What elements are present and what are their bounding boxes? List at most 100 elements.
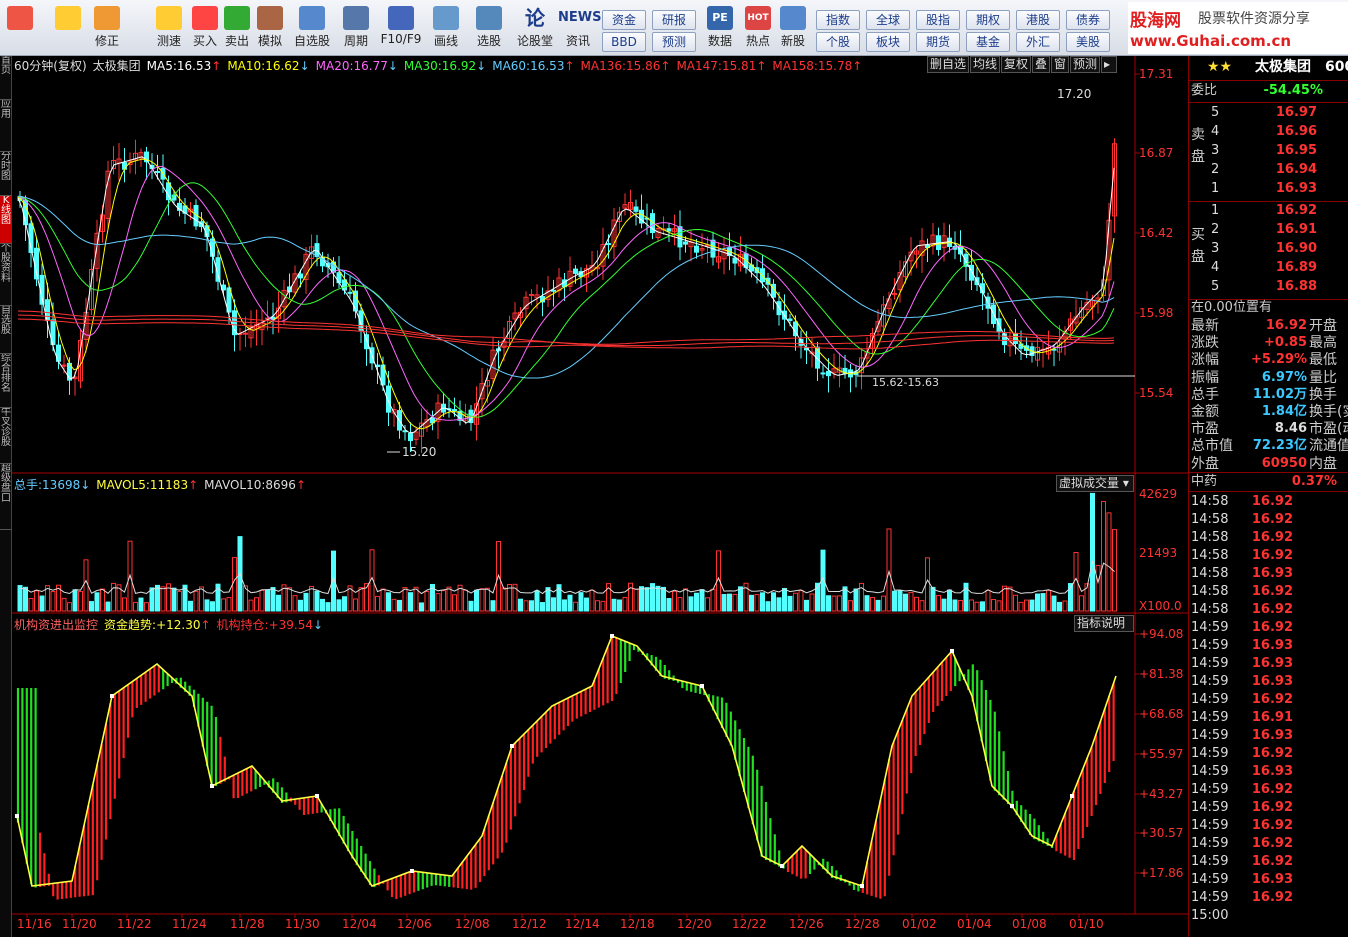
toolbar-market-button[interactable]: 港股 [1016, 10, 1060, 30]
tick-row: 14:59 16.92 [1189, 745, 1348, 763]
toolbar-grid-button[interactable]: 资金 [602, 10, 646, 30]
toolbar-select-stock-button[interactable]: 选股 [468, 4, 510, 54]
chart-tool-button[interactable]: 复权 [1001, 56, 1031, 73]
left-tab[interactable]: 分时图 [0, 152, 12, 196]
toolbar-sell-button[interactable]: 卖出 [222, 4, 252, 54]
toolbar-grid-button[interactable]: 预测 [652, 32, 696, 52]
toolbar-market-button[interactable]: 全球 [866, 10, 910, 30]
volume-bar [353, 598, 358, 612]
chart-area[interactable]: 17.31 16.87 16.42 15.98 15.54 42629 21493 X100.… [12, 56, 1188, 937]
volume-bar [919, 600, 925, 612]
toolbar-market-button[interactable]: 期权 [966, 10, 1010, 30]
volume-bar [193, 590, 199, 612]
toolbar-market-button[interactable]: 指数 [816, 10, 860, 30]
volume-bar [864, 595, 870, 612]
toolbar-pe-data-button[interactable]: PE 数据 [702, 4, 738, 54]
volume-bar [501, 587, 507, 612]
volume-dropdown-label: 虚拟成交量 [1059, 476, 1120, 490]
chart-tool-button[interactable]: 预测 [1070, 56, 1100, 73]
left-tab[interactable]: 应用 [0, 100, 12, 152]
volume-bar [1018, 601, 1024, 612]
collapse-arrow-icon[interactable]: ▸ [1101, 56, 1117, 73]
left-tab[interactable]: K线图 [0, 196, 12, 244]
ma-name: MA158: [772, 59, 818, 73]
toolbar-star-folder-button[interactable]: 自选股 [290, 4, 334, 54]
stat-value: 72.23亿 [1252, 438, 1307, 454]
toolbar-buy-button[interactable]: 买入 [190, 4, 220, 54]
toolbar-hot-button[interactable]: HOT 热点 [744, 4, 772, 54]
toolbar-forum-button[interactable]: 论论股堂 [512, 4, 558, 54]
left-tab[interactable]: 超级盘口 [0, 464, 12, 530]
volume-bar [771, 592, 776, 612]
indicator-help-button[interactable]: 指标说明 [1074, 615, 1134, 632]
left-tab[interactable]: 个股资料 [0, 244, 12, 306]
indicator-marker [1010, 804, 1014, 808]
tick-time: 14:58 [1191, 530, 1229, 545]
chart-tool-button[interactable]: 删自选 [927, 56, 969, 73]
tick-price: 16.93 [1251, 638, 1293, 653]
toolbar-market-button[interactable]: 板块 [866, 32, 910, 52]
low-price-annotation: 15.20 [402, 445, 436, 459]
stat-row: 金额 1.84亿换手(实 [1189, 403, 1348, 421]
toolbar-market-button[interactable]: 债券 [1066, 10, 1110, 30]
toolbar-pencil-button[interactable]: 画线 [426, 4, 466, 54]
volume-bar [754, 594, 760, 612]
volume-bar [391, 598, 397, 612]
tick-price: 16.92 [1251, 692, 1293, 707]
candle-body [694, 245, 699, 253]
tick-time: 14:59 [1191, 674, 1229, 689]
left-tab[interactable]: 综合排名 [0, 354, 12, 408]
toolbar-period-button[interactable]: 周期 [336, 4, 376, 54]
indicator-legend: 机构资进出监控 资金趋势:+12.30↑ 机构持仓:+39.54↓ [14, 616, 329, 633]
pe-data-icon: PE [707, 6, 733, 30]
volume-bar [78, 590, 83, 612]
toolbar-windows-button[interactable] [2, 4, 38, 54]
toolbar-market-button[interactable]: 股指 [916, 10, 960, 30]
toolbar-back-arrow-button[interactable] [52, 4, 84, 54]
toolbar-new-stock-button[interactable]: 新股 [776, 4, 810, 54]
left-tab[interactable]: 牛叉诊股 [0, 408, 12, 464]
toolbar-f10-button[interactable]: F10/F9 [378, 4, 424, 54]
tick-time: 14:59 [1191, 818, 1229, 833]
volume-bar [727, 593, 732, 612]
toolbar-hammer-button[interactable]: 模拟 [254, 4, 286, 54]
volume-bar [540, 602, 545, 612]
chart-tool-button[interactable]: 叠 [1032, 56, 1050, 73]
volume-bar [903, 593, 908, 612]
level-num: 5 [1211, 105, 1220, 120]
date-label: 12/04 [342, 917, 377, 931]
ma-name: MA10: [227, 59, 266, 73]
volume-bar [584, 597, 589, 612]
toolbar-fix-button[interactable]: 修正 [90, 4, 124, 54]
toolbar-grid-button[interactable]: BBD [602, 32, 646, 52]
toolbar-grid-button[interactable]: 研报 [652, 10, 696, 30]
toolbar-market-button[interactable]: 外汇 [1016, 32, 1060, 52]
toolbar-news-button[interactable]: NEWS 资讯 [558, 4, 601, 54]
ma-item: MA60:16.53↑ [492, 59, 574, 73]
volume-bar [617, 599, 622, 612]
volume-type-dropdown[interactable]: 虚拟成交量 ▾ [1056, 475, 1134, 492]
toolbar-market-button[interactable]: 美股 [1066, 32, 1110, 52]
chart-tool-button[interactable]: 窗 [1051, 56, 1069, 73]
volume-bar [386, 592, 391, 612]
volume-bar [292, 595, 298, 612]
volume-bar [683, 588, 688, 612]
toolbar-market-button[interactable]: 个股 [816, 32, 860, 52]
chart-tool-button[interactable]: 均线 [970, 56, 1000, 73]
volume-bar [463, 589, 468, 612]
volume-bar [177, 590, 182, 612]
toolbar-market-button[interactable]: 期货 [916, 32, 960, 52]
volume-bar [67, 602, 72, 612]
tick-time: 14:59 [1191, 872, 1229, 887]
indicator-marker [860, 884, 864, 888]
ma-direction: ↑ [564, 59, 575, 73]
ma-direction: ↑ [211, 59, 222, 73]
toolbar-market-button[interactable]: 基金 [966, 32, 1010, 52]
left-tab[interactable]: 自选股 [0, 306, 12, 354]
indicator-marker [315, 794, 319, 798]
left-tab[interactable]: 首页 [0, 56, 12, 100]
volume-bar [870, 596, 875, 612]
tick-time: 14:58 [1191, 602, 1229, 617]
date-label: 11/30 [285, 917, 320, 931]
toolbar-clock-button[interactable]: 测速 [152, 4, 186, 54]
